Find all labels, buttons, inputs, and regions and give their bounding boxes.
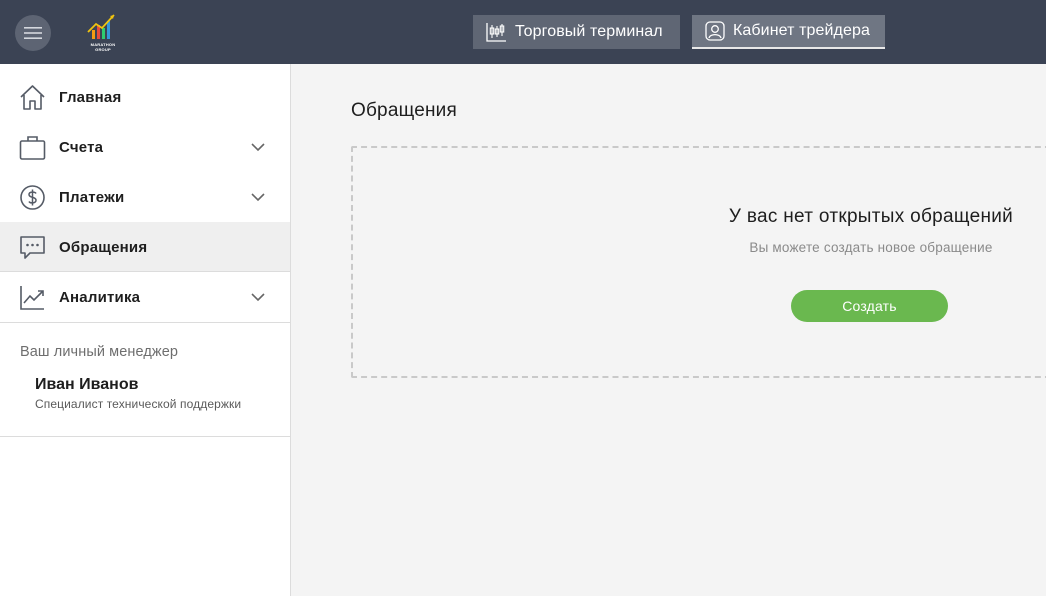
sidebar-item-home[interactable]: Главная	[0, 72, 290, 122]
home-icon	[20, 85, 45, 110]
manager-role: Специалист технической поддержки	[35, 397, 242, 411]
sidebar-item-label: Платежи	[59, 189, 125, 206]
page-title: Обращения	[351, 100, 457, 121]
menu-button[interactable]	[15, 15, 51, 51]
chevron-down-icon[interactable]	[250, 291, 266, 303]
sidebar-divider	[0, 436, 290, 437]
dollar-coin-icon	[20, 185, 45, 210]
trader-cabinet-label: Кабинет трейдера	[733, 22, 870, 39]
briefcase-icon	[19, 136, 46, 160]
trading-terminal-button[interactable]: Торговый терминал	[473, 15, 680, 49]
sidebar-item-label: Обращения	[59, 239, 148, 256]
empty-state-subtitle: Вы можете создать новое обращение	[749, 240, 993, 255]
sidebar-item-label: Счета	[59, 139, 104, 156]
manager-section-title: Ваш личный менеджер	[20, 344, 179, 360]
sidebar-item-label: Аналитика	[59, 289, 141, 306]
user-icon	[705, 21, 725, 41]
sidebar-item-analytics[interactable]: Аналитика	[0, 272, 290, 322]
empty-state-title: У вас нет открытых обращений	[728, 206, 1014, 227]
sidebar-item-label: Главная	[59, 89, 122, 106]
trading-terminal-label: Торговый терминал	[515, 23, 663, 40]
sidebar-divider	[0, 322, 290, 323]
chevron-down-icon[interactable]	[250, 141, 266, 153]
trend-chart-icon	[20, 286, 44, 310]
sidebar-item-accounts[interactable]: Счета	[0, 122, 290, 172]
create-ticket-button[interactable]: Создать	[791, 290, 948, 322]
logo-text: MARATHON GROUP	[90, 42, 116, 52]
trader-cabinet-button[interactable]: Кабинет трейдера	[692, 15, 885, 49]
top-bar: MARATHON GROUP Торговый терминал Кабинет	[0, 0, 1046, 64]
sidebar: Главная Счета Платежи Обращения Аналитик…	[0, 64, 291, 596]
logo-graphic	[87, 14, 115, 39]
chat-icon	[20, 236, 45, 259]
empty-state-panel: У вас нет открытых обращений Вы можете с…	[351, 146, 1046, 378]
manager-name: Иван Иванов	[35, 376, 139, 393]
company-logo[interactable]: MARATHON GROUP	[84, 12, 122, 52]
sidebar-item-tickets[interactable]: Обращения	[0, 222, 290, 272]
candlestick-chart-icon	[486, 23, 506, 42]
chevron-down-icon[interactable]	[250, 191, 266, 203]
hamburger-icon	[24, 27, 42, 39]
sidebar-item-payments[interactable]: Платежи	[0, 172, 290, 222]
